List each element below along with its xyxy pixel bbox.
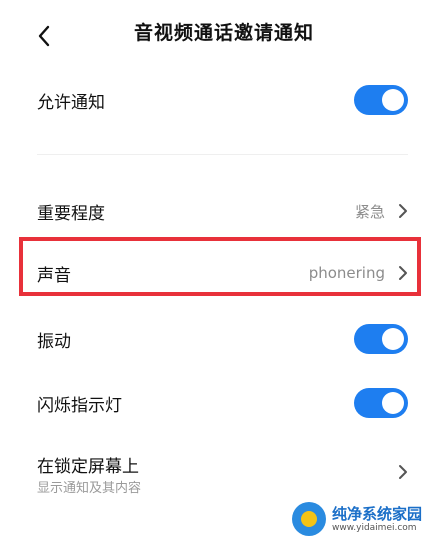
row-vibration: 振动 — [0, 321, 448, 357]
vibration-toggle[interactable] — [354, 324, 408, 354]
allow-notifications-toggle[interactable] — [354, 85, 408, 115]
watermark-logo-icon — [292, 502, 326, 536]
watermark-text: 纯净系统家园 www.yidaimei.com — [332, 505, 422, 534]
chevron-right-icon — [396, 465, 410, 479]
chevron-right-icon — [396, 204, 410, 218]
chevron-right-icon — [396, 266, 410, 280]
importance-label: 重要程度 — [37, 203, 105, 224]
sound-label: 声音 — [37, 265, 71, 286]
row-lock-screen[interactable]: 在锁定屏幕上 显示通知及其内容 — [0, 448, 448, 498]
toggle-knob — [382, 89, 404, 111]
divider — [37, 154, 408, 155]
row-flash-light: 闪烁指示灯 — [0, 385, 448, 421]
lock-screen-label: 在锁定屏幕上 — [37, 457, 139, 477]
row-allow-notifications: 允许通知 — [0, 82, 448, 118]
toggle-knob — [382, 328, 404, 350]
page-title: 音视频通话邀请通知 — [133, 22, 314, 44]
flash-light-toggle[interactable] — [354, 388, 408, 418]
header: 音视频通话邀请通知 — [0, 0, 448, 70]
flash-light-label: 闪烁指示灯 — [37, 395, 122, 416]
vibration-label: 振动 — [37, 331, 71, 352]
importance-value: 紧急 — [354, 202, 385, 221]
row-importance[interactable]: 重要程度 紧急 — [0, 192, 448, 230]
row-sound[interactable]: 声音 phonering — [0, 254, 448, 292]
toggle-knob — [382, 392, 404, 414]
allow-notifications-label: 允许通知 — [37, 92, 105, 113]
watermark: 纯净系统家园 www.yidaimei.com — [292, 499, 442, 539]
lock-screen-sublabel: 显示通知及其内容 — [37, 481, 142, 496]
watermark-name: 纯净系统家园 — [332, 504, 423, 523]
watermark-url: www.yidaimei.com — [332, 522, 417, 533]
sound-value: phonering — [308, 264, 385, 282]
